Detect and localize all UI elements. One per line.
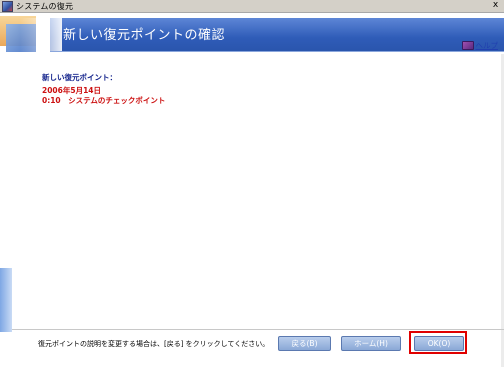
- left-decoration: [0, 268, 12, 332]
- home-button[interactable]: ホーム(H): [341, 336, 401, 351]
- page-title: 新しい復元ポイントの確認: [63, 28, 226, 43]
- help-link[interactable]: ヘルプ: [461, 40, 499, 51]
- footer-instruction: 復元ポイントの説明を変更する場合は、[戻る] をクリックしてください。: [38, 340, 270, 348]
- restore-point-label: 新しい復元ポイント：: [42, 73, 117, 82]
- page-header: 新しい復元ポイントの確認: [0, 14, 504, 54]
- back-button[interactable]: 戻る(B): [278, 336, 331, 351]
- help-label[interactable]: ヘルプ: [476, 40, 499, 51]
- title-bar: システムの復元 x: [0, 0, 504, 13]
- header-divider: [50, 51, 504, 52]
- footer-divider: [12, 329, 504, 330]
- restore-point-description: 0:10 システムのチェックポイント: [42, 96, 166, 105]
- header-logo-graphic: [0, 14, 62, 54]
- help-book-icon: [461, 41, 474, 50]
- window-title: システムの復元: [16, 1, 74, 11]
- close-button[interactable]: x: [490, 1, 501, 11]
- ok-button[interactable]: OK(O): [414, 336, 464, 351]
- system-restore-icon: [2, 0, 13, 12]
